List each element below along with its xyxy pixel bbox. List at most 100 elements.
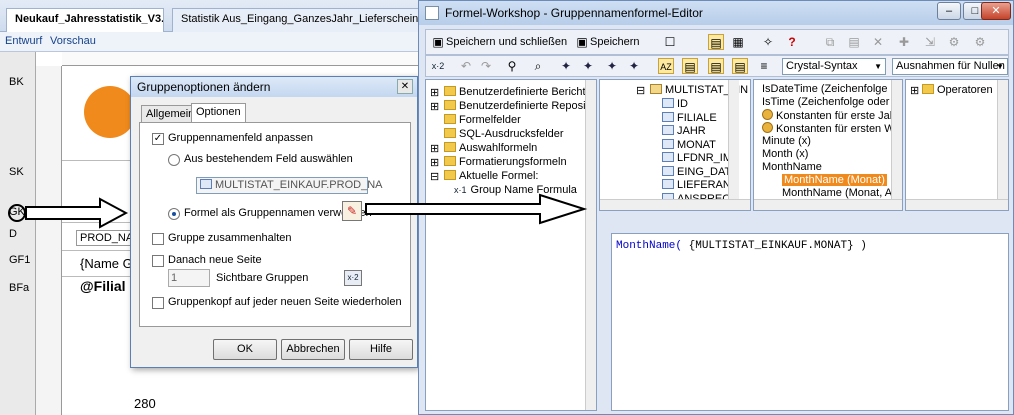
keep-together-checkbox[interactable] — [152, 233, 164, 245]
vertical-scrollbar[interactable] — [728, 80, 739, 201]
formula-editor-button[interactable]: ✎ — [342, 201, 362, 221]
close-icon[interactable]: ✕ — [397, 79, 413, 94]
field-filiale[interactable]: @Filial — [80, 278, 126, 294]
cancel-button[interactable]: Abbrechen — [281, 339, 345, 360]
field-prod-name[interactable]: PROD_NA — [76, 230, 138, 246]
rename-icon[interactable]: ▤ — [846, 34, 862, 50]
tab-vorschau[interactable]: Vorschau — [50, 35, 96, 47]
minimize-button[interactable]: – — [937, 2, 961, 20]
function-item[interactable]: IsTime (Zeichenfolge oder Zah — [762, 96, 902, 108]
tree-expander[interactable]: ⊞ — [910, 84, 919, 97]
field-item[interactable]: FILIALE — [662, 111, 717, 124]
horizontal-scrollbar[interactable] — [600, 199, 750, 210]
magic-icon[interactable]: ✧ — [760, 34, 776, 50]
prev-bookmark-icon[interactable]: ✦ — [604, 58, 620, 74]
formula-x2-icon[interactable]: x·2 — [430, 58, 446, 74]
null-handling-select[interactable]: Ausnahmen für Nullen ▼ — [892, 58, 1008, 75]
save-close-button[interactable]: Speichern und schließen — [446, 36, 567, 48]
repeat-header-checkbox[interactable] — [152, 297, 164, 309]
field-item[interactable]: LIEFERANT — [662, 179, 738, 191]
save-close-icon[interactable]: ▣ — [430, 34, 446, 50]
sort-icon[interactable]: AZ — [658, 58, 674, 74]
function-item[interactable]: Konstanten für ersten Woc — [762, 122, 902, 135]
tree-item[interactable]: Benutzerdefinierte Berichtfunktio — [444, 86, 596, 98]
clear-bookmarks-icon[interactable]: ✦ — [626, 58, 642, 74]
tree-item[interactable]: Formelfelder — [444, 114, 521, 126]
new-page-checkbox[interactable] — [152, 255, 164, 267]
tree-expander[interactable]: ⊟ — [636, 84, 645, 97]
customize-checkbox[interactable]: ✓ — [152, 133, 164, 145]
tree-item[interactable]: Benutzerdefinierte Repository-Fu — [444, 100, 596, 112]
bookmark-icon[interactable]: ✦ — [558, 58, 574, 74]
horizontal-scrollbar[interactable] — [906, 199, 1008, 210]
browse-icon[interactable]: ⚲ — [504, 58, 520, 74]
tree-item[interactable]: SQL-Ausdrucksfelder — [444, 128, 564, 140]
section-bk[interactable]: BK — [9, 76, 24, 88]
operators-tree-icon[interactable]: ▤ — [732, 58, 748, 74]
functions-tree-icon[interactable]: ▤ — [708, 58, 724, 74]
add-icon[interactable]: ✚ — [896, 34, 912, 50]
ok-button[interactable]: OK — [213, 339, 277, 360]
tree-expander[interactable]: ⊞ — [430, 142, 439, 155]
tab-statistik[interactable]: Statistik Aus_Eingang_GanzesJahr_Liefers… — [172, 8, 420, 32]
section-sk[interactable]: SK — [9, 166, 24, 178]
toggle-tree-icon[interactable]: ▤ — [708, 34, 724, 50]
fields-tree-icon[interactable]: ▤ — [682, 58, 698, 74]
tab-neukauf[interactable]: Neukauf_Jahresstatistik_V3.rpt — [6, 8, 164, 32]
vertical-scrollbar[interactable] — [585, 80, 596, 410]
next-bookmark-icon[interactable]: ✦ — [580, 58, 596, 74]
new-icon[interactable]: ☐ — [662, 34, 678, 50]
field-item[interactable]: ID — [662, 98, 688, 110]
save-icon[interactable]: ▣ — [574, 34, 590, 50]
tree-expander[interactable]: ⊞ — [430, 156, 439, 169]
function-item[interactable]: IsDateTime (Zeichenfolge ode — [762, 83, 902, 95]
function-item[interactable]: MonthName — [762, 161, 822, 173]
existing-field-radio[interactable] — [168, 154, 180, 166]
comment-icon[interactable]: ≡ — [756, 58, 772, 74]
save-button[interactable]: Speichern — [590, 36, 640, 48]
formula-radio[interactable] — [168, 208, 180, 220]
tab-optionen[interactable]: Optionen — [191, 103, 246, 123]
tree-item[interactable]: Auswahlformeln — [444, 142, 537, 154]
tree-expander[interactable]: ⊟ — [430, 170, 439, 183]
horizontal-scrollbar[interactable] — [754, 199, 902, 210]
function-item-selected[interactable]: MonthName (Monat) — [782, 174, 887, 186]
tree-expander[interactable]: ⊞ — [430, 100, 439, 113]
field-item[interactable]: LFDNR_IM_ — [662, 152, 738, 164]
close-button[interactable]: ✕ — [981, 2, 1011, 20]
vertical-scrollbar[interactable] — [997, 80, 1008, 201]
function-item[interactable]: MonthName (Monat, Abkü — [782, 187, 902, 199]
field-item[interactable]: JAHR — [662, 125, 706, 137]
tree-item-operators[interactable]: Operatoren — [922, 84, 993, 96]
section-bfa[interactable]: BFa — [9, 282, 29, 294]
section-d[interactable]: D — [9, 228, 17, 240]
tab-entwurf[interactable]: Entwurf — [5, 35, 42, 47]
tree-item[interactable]: Formatierungsformeln — [444, 156, 567, 168]
redo-icon[interactable]: ↷ — [478, 58, 494, 74]
field-select[interactable]: MULTISTAT_EINKAUF.PROD_NA — [196, 177, 382, 194]
tree-expander[interactable]: ⊞ — [430, 86, 439, 99]
expand-icon[interactable]: ⇲ — [922, 34, 938, 50]
help-button[interactable]: Hilfe — [349, 339, 413, 360]
settings-icon[interactable]: ⚙ — [972, 34, 988, 50]
function-item[interactable]: Konstanten für erste Jahres — [762, 109, 902, 122]
find-icon[interactable]: ⌕ — [530, 58, 546, 74]
field-name-group[interactable]: {Name G — [80, 256, 133, 271]
help-icon[interactable]: ? — [784, 34, 800, 50]
delete-icon[interactable]: ✕ — [870, 34, 886, 50]
syntax-select[interactable]: Crystal-Syntax ▼ — [782, 58, 886, 75]
properties-icon[interactable]: ▦ — [730, 34, 746, 50]
visible-groups-input[interactable]: 1 — [168, 269, 210, 287]
formula-x2-icon[interactable]: x·2 — [344, 270, 362, 286]
field-item[interactable]: MONAT — [662, 138, 716, 151]
tree-item-current-formula[interactable]: x·1 Group Name Formula — [454, 184, 577, 196]
tree-item[interactable]: Aktuelle Formel: — [444, 170, 538, 182]
vertical-scrollbar[interactable] — [891, 80, 902, 201]
formula-editor[interactable]: MonthName( {MULTISTAT_EINKAUF.MONAT} ) — [611, 233, 1009, 411]
function-item[interactable]: Minute (x) — [762, 135, 811, 147]
copy-icon[interactable]: ⧉ — [822, 34, 838, 50]
gear-icon[interactable]: ⚙ — [946, 34, 962, 50]
undo-icon[interactable]: ↶ — [458, 58, 474, 74]
section-gf1[interactable]: GF1 — [9, 254, 30, 266]
function-item[interactable]: Month (x) — [762, 148, 808, 160]
